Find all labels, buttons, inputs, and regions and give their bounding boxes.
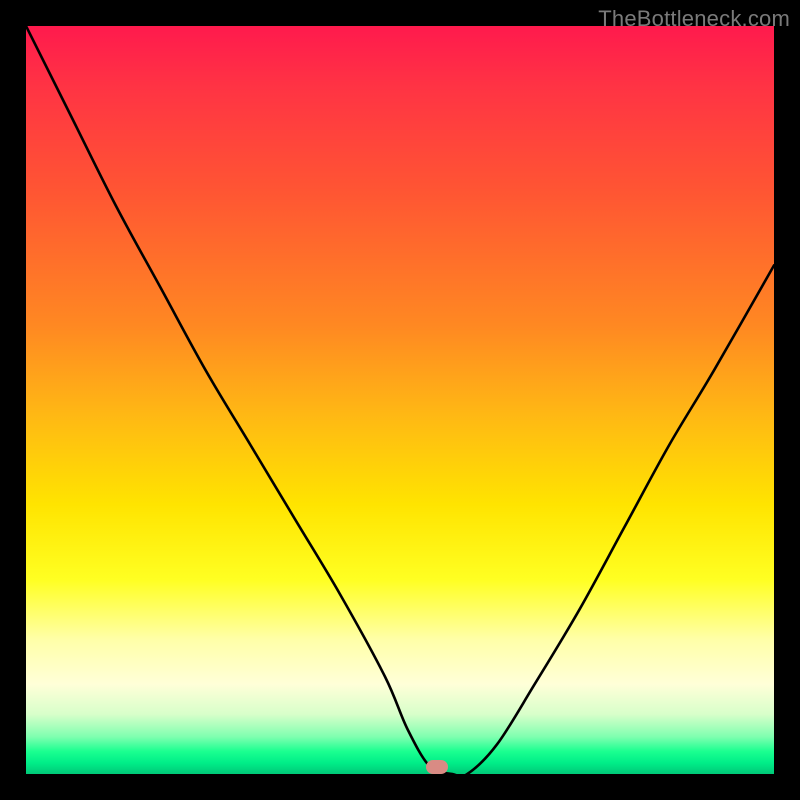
chart-plot-area [26, 26, 774, 774]
optimal-marker [426, 760, 448, 774]
bottleneck-curve [26, 26, 774, 774]
watermark-text: TheBottleneck.com [598, 6, 790, 32]
